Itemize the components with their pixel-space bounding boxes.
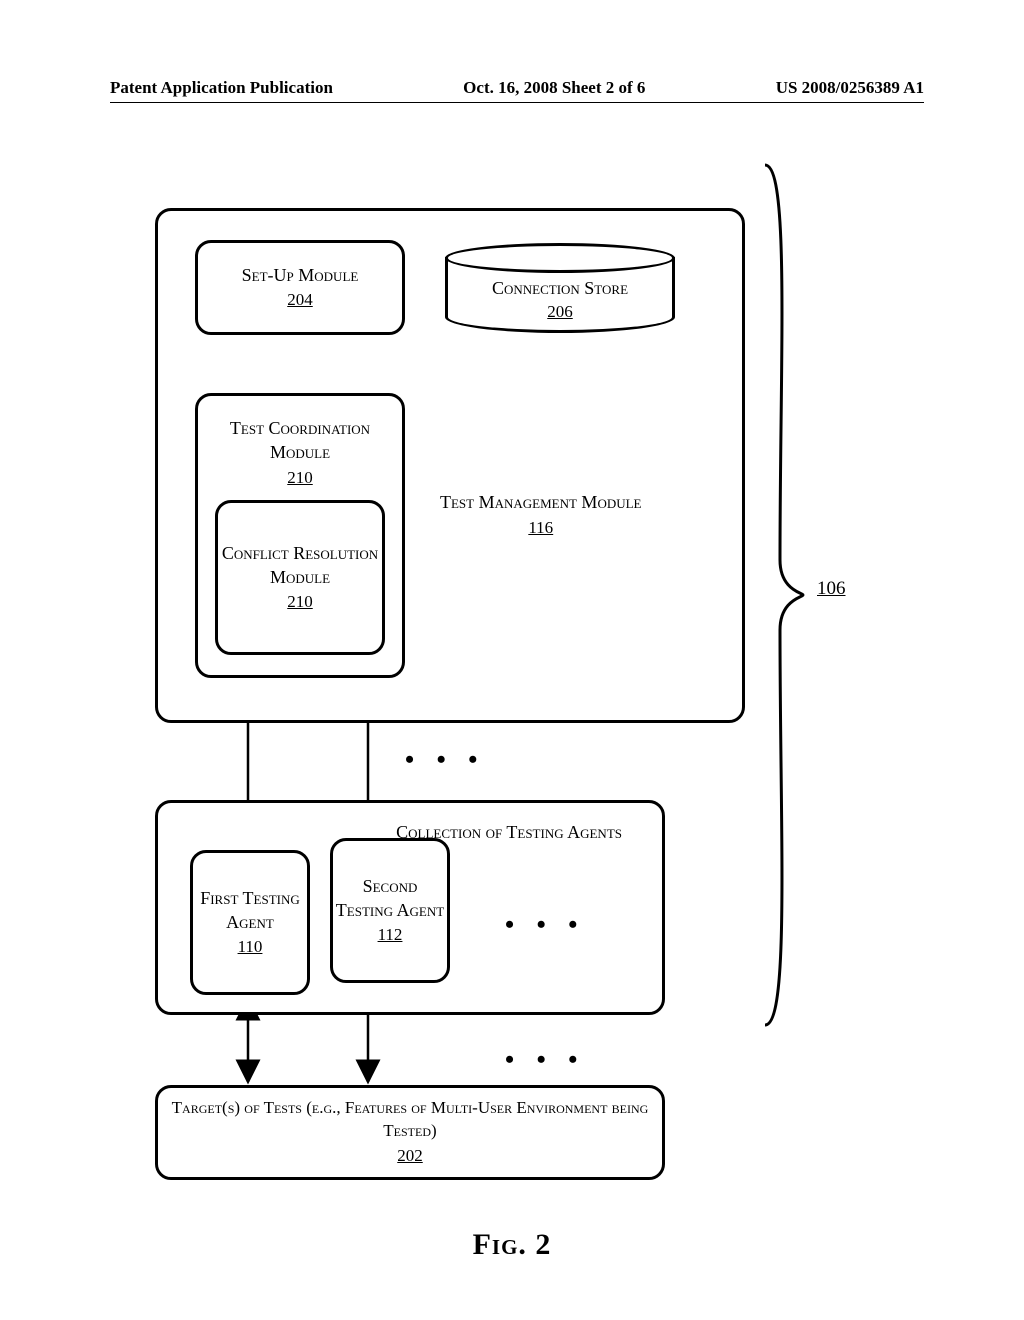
second-testing-agent-box: Second Testing Agent 112 [330, 838, 450, 983]
test-coordination-module-label: Test Coordination Module [198, 416, 402, 465]
test-targets-label: Target(s) of Tests (e.g., Features of Mu… [158, 1097, 662, 1143]
ellipsis-icon: • • • [505, 1045, 585, 1075]
first-testing-agent-ref: 110 [238, 936, 263, 959]
ellipsis-icon: • • • [405, 745, 485, 775]
second-testing-agent-label: Second Testing Agent [333, 874, 447, 923]
test-management-module-label: Test Management Module [440, 492, 642, 512]
connection-store-cylinder: Connection Store 206 [445, 243, 675, 333]
second-testing-agent-ref: 112 [378, 924, 403, 947]
test-management-module-ref: 116 [528, 518, 553, 537]
system-ref-label: 106 [817, 578, 846, 600]
first-testing-agent-label: First Testing Agent [193, 886, 307, 935]
figure-label: Fig. 2 [0, 1228, 1024, 1262]
ellipsis-icon: • • • [505, 910, 585, 940]
setup-module-label: Set-Up Module [242, 263, 359, 287]
conflict-resolution-module-box: Conflict Resolution Module 210 [215, 500, 385, 655]
curly-brace-icon [755, 160, 805, 1030]
test-targets-box: Target(s) of Tests (e.g., Features of Mu… [155, 1085, 665, 1180]
first-testing-agent-box: First Testing Agent 110 [190, 850, 310, 995]
test-coordination-module-ref: 210 [287, 467, 313, 490]
diagram-figure: Set-Up Module 204 Connection Store 206 T… [0, 0, 1024, 1320]
conflict-resolution-module-ref: 210 [287, 591, 313, 614]
test-management-module-label-block: Test Management Module 116 [440, 490, 642, 540]
setup-module-box: Set-Up Module 204 [195, 240, 405, 335]
connection-store-ref: 206 [547, 302, 573, 321]
test-targets-ref: 202 [397, 1145, 423, 1168]
connection-store-label: Connection Store [492, 278, 628, 298]
setup-module-ref: 204 [287, 289, 313, 312]
conflict-resolution-module-label: Conflict Resolution Module [218, 541, 382, 590]
